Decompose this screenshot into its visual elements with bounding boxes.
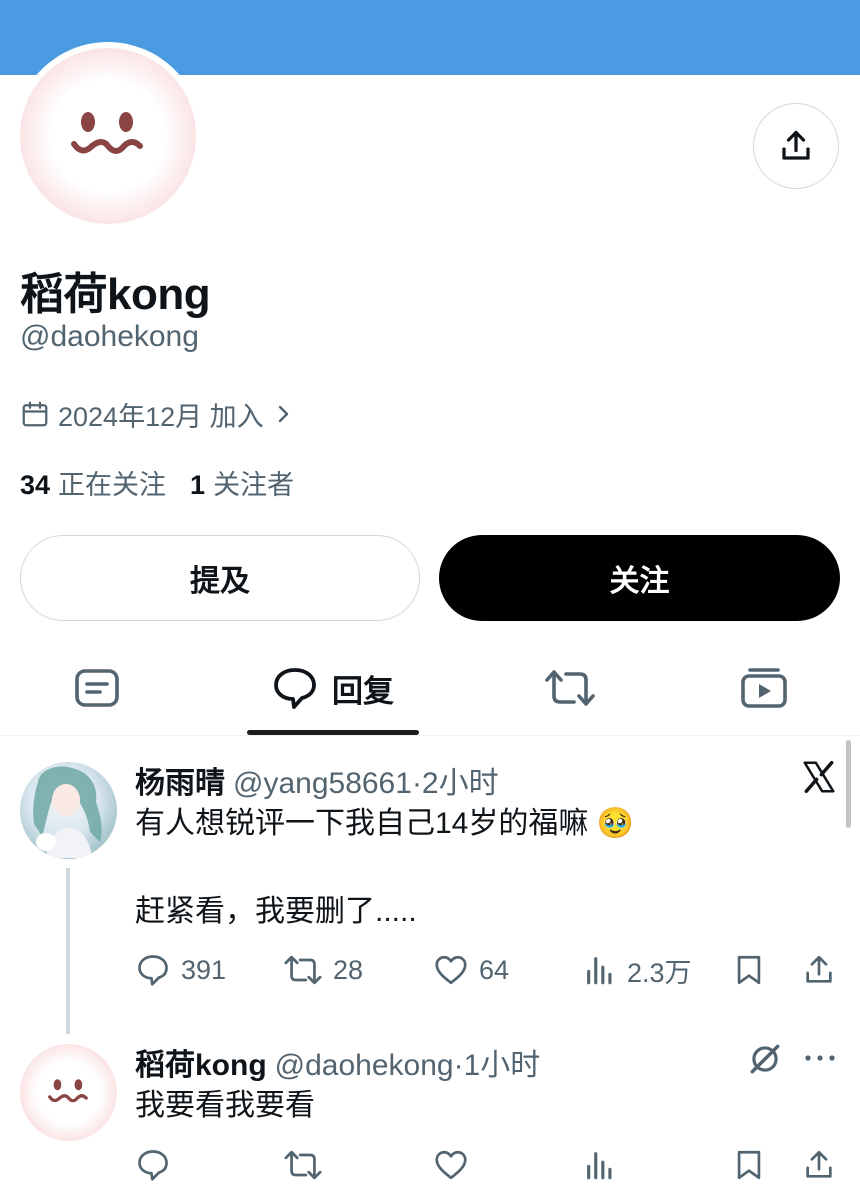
bookmark-icon (737, 955, 761, 985)
share-icon (782, 130, 810, 160)
heart-icon (435, 1150, 467, 1180)
tweet-actions: 391 28 64 2.3万 (0, 950, 860, 990)
tweet-header: 杨雨晴 @yang58661 ·2小时 (135, 758, 499, 802)
tweet-text-line-1: 有人想锐评一下我自己14岁的福嘛 🥹 (135, 807, 635, 840)
speech-bubble-icon (274, 668, 316, 709)
repost-button[interactable]: 28 (283, 950, 363, 990)
bookmark-button[interactable] (732, 1145, 766, 1185)
profile-tabs: 回复 (0, 640, 860, 736)
user-avatar[interactable] (20, 762, 117, 859)
chevron-right-icon (278, 405, 288, 423)
tweet-time: ·2小时 (411, 767, 499, 800)
smiley-face-icon (48, 1079, 88, 1103)
tab-media[interactable] (667, 640, 860, 736)
followers-label: 关注者 (213, 470, 295, 500)
followers-link[interactable]: 1 关注者 (190, 463, 294, 502)
views-button[interactable] (583, 1145, 617, 1185)
reply-icon (138, 1150, 168, 1181)
repost-button[interactable] (283, 1145, 323, 1185)
like-button[interactable]: 64 (433, 950, 509, 990)
reply-icon (138, 955, 168, 986)
profile-handle: @daohekong (20, 320, 199, 353)
heart-icon (435, 955, 467, 985)
smiley-face-icon (71, 112, 143, 154)
user-avatar[interactable] (20, 1044, 117, 1141)
tweet-text: 我要看我要看 (135, 1089, 315, 1122)
tweet-header: 稻荷kong @daohekong ·1小时 (135, 1040, 540, 1084)
reply-button[interactable]: 391 (135, 950, 226, 990)
post-icon (74, 669, 119, 707)
repost-icon (544, 670, 595, 706)
bookmark-icon (737, 1150, 761, 1180)
active-tab-indicator (247, 730, 419, 735)
views-chart-icon (587, 957, 612, 985)
tweet-author-name[interactable]: 杨雨晴 (135, 758, 225, 802)
tweet-time: ·1小时 (453, 1049, 541, 1082)
x-logo-icon[interactable] (800, 758, 838, 796)
calendar-icon (22, 401, 48, 427)
following-link[interactable]: 34 正在关注 (20, 463, 166, 502)
share-button[interactable] (753, 103, 839, 189)
followers-count: 1 (190, 470, 206, 500)
following-label: 正在关注 (58, 470, 167, 500)
bookmark-button[interactable] (732, 950, 766, 990)
repost-icon (284, 1150, 322, 1180)
follow-button[interactable]: 关注 (439, 535, 840, 621)
media-icon (740, 668, 787, 708)
following-count: 34 (20, 470, 51, 500)
views-count: 2.3万 (627, 957, 692, 988)
reply-count: 391 (181, 954, 227, 985)
tab-reposts[interactable] (473, 640, 666, 736)
profile-avatar[interactable] (14, 42, 202, 230)
joined-label: 2024年12月 加入 (58, 401, 264, 432)
tweet-author-handle[interactable]: @yang58661 (233, 767, 412, 801)
repost-count: 28 (333, 954, 364, 985)
views-chart-icon (587, 1152, 612, 1180)
share-tweet-button[interactable] (802, 950, 836, 990)
tab-replies-label: 回复 (332, 673, 394, 709)
like-button[interactable] (433, 1145, 469, 1185)
tweet-text-line-2: 赶紧看，我要删了..... (135, 895, 417, 928)
grok-icon[interactable] (746, 1040, 784, 1078)
like-count: 64 (479, 954, 510, 985)
tweet-actions (0, 1145, 860, 1185)
share-icon (806, 955, 832, 983)
anime-avatar-icon (33, 766, 102, 858)
views-button[interactable]: 2.3万 (583, 950, 692, 990)
reply-button[interactable] (135, 1145, 171, 1185)
more-options-icon[interactable] (802, 1046, 838, 1070)
tab-posts[interactable] (0, 640, 193, 736)
repost-icon (284, 955, 322, 985)
follow-stats: 34 正在关注 1 关注者 (20, 463, 294, 502)
display-name: 稻荷kong (20, 270, 211, 319)
mention-button[interactable]: 提及 (20, 535, 420, 621)
tweet-author-name[interactable]: 稻荷kong (135, 1040, 267, 1084)
joined-date[interactable]: 2024年12月 加入 (20, 395, 302, 433)
share-tweet-button[interactable] (802, 1145, 836, 1185)
tweet-author-handle[interactable]: @daohekong (275, 1049, 454, 1083)
share-icon (806, 1150, 832, 1178)
tab-replies[interactable]: 回复 (247, 640, 419, 736)
